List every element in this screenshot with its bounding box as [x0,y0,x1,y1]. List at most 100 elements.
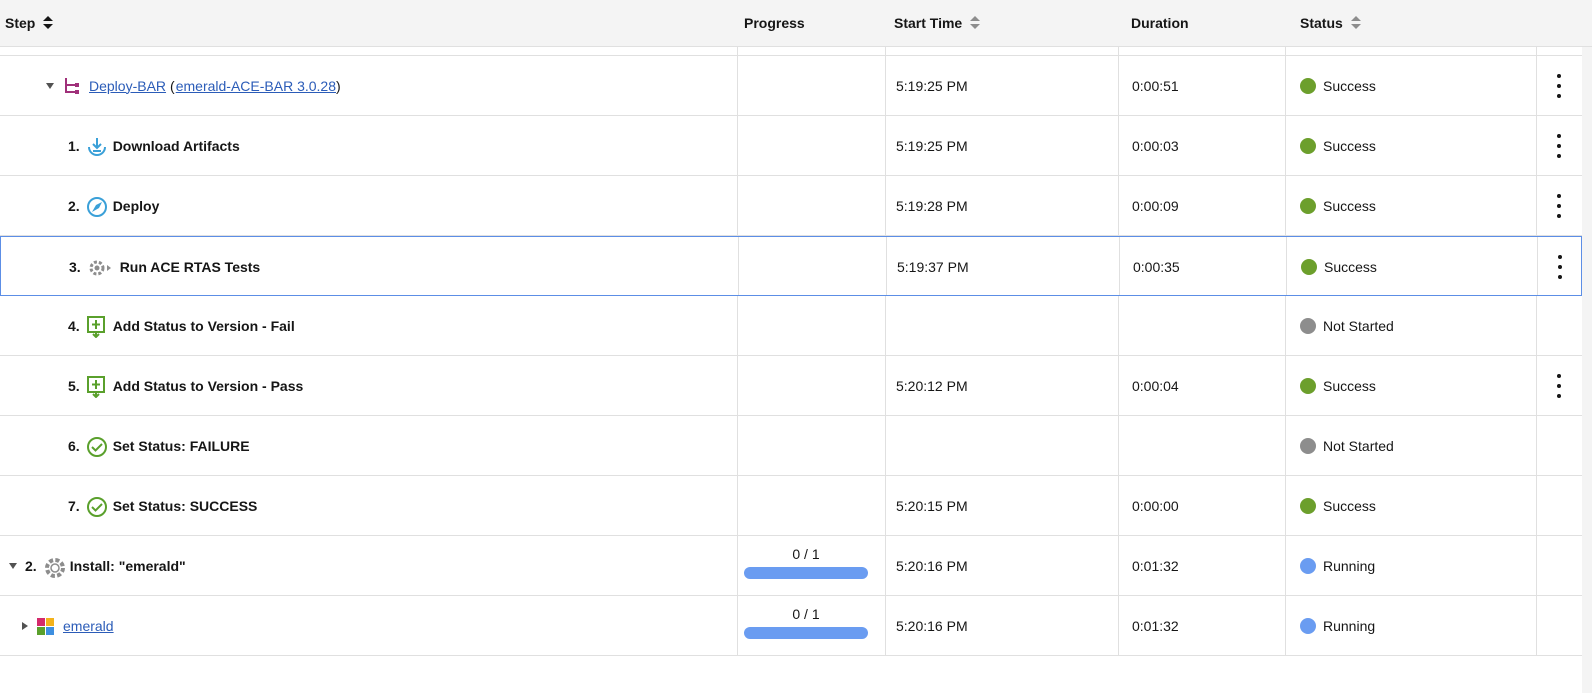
column-divider [885,596,886,655]
process-link[interactable]: Deploy-BAR [89,78,166,94]
column-divider [1118,56,1119,115]
overflow-menu-icon[interactable] [1556,194,1562,218]
column-divider [1285,596,1286,655]
step-number: 2. [68,197,80,214]
column-divider [1536,116,1537,175]
status-badge: Success [1323,497,1376,514]
start-time: 5:19:25 PM [896,137,968,154]
duration: 0:01:32 [1132,617,1179,634]
caret-right-icon[interactable] [22,621,28,630]
status-badge: Success [1323,197,1376,214]
column-header-start-time-label: Start Time [894,15,963,31]
step-number: 3. [69,258,81,275]
sort-icon[interactable] [970,16,981,30]
status-cell: Not Started [1300,416,1394,475]
column-divider [1285,116,1286,175]
column-header-duration: Duration [1131,0,1189,46]
column-divider [1536,476,1537,535]
column-divider [885,296,886,355]
status-badge: Success [1323,77,1376,94]
scrollbar[interactable] [1582,0,1592,693]
step-name: Install: "emerald" [69,557,186,574]
overflow-menu-icon[interactable] [1556,374,1562,398]
column-divider [1118,296,1119,355]
table-row[interactable]: 2. Deploy 5:19:28 PM 0:00:09 Success [0,176,1582,236]
step-cell: 4. Add Status to Version - Fail [0,296,295,355]
step-cell: 7. Set Status: SUCCESS [0,476,257,535]
start-time: 5:20:16 PM [896,557,968,574]
column-divider [1536,356,1537,415]
step-cell: Deploy-BAR(emerald-ACE-BAR 3.0.28) [0,56,341,115]
column-divider [1285,176,1286,235]
column-divider [1118,176,1119,235]
column-divider [1119,237,1120,295]
overflow-menu-icon[interactable] [1556,74,1562,98]
column-header-status[interactable]: Status [1300,0,1361,46]
caret-down-icon[interactable] [9,562,17,569]
table-row[interactable]: 3. Run ACE RTAS Tests 5:19:37 PM 0:00:35 Suc… [0,236,1582,296]
component-link[interactable]: emerald [63,618,114,634]
sort-icon[interactable] [43,16,54,30]
progress-bar [744,567,868,579]
column-divider [1285,296,1286,355]
table-row[interactable]: emerald 0 / 1 5:20:16 PM 0:01:32 Running [0,596,1582,656]
column-divider [1118,476,1119,535]
step-name: Add Status to Version - Pass [112,377,304,394]
table-row[interactable]: 6. Set Status: FAILURE Not Started [0,416,1582,476]
column-header-progress: Progress [744,0,805,46]
column-divider [737,356,738,415]
column-divider [737,176,738,235]
column-header-status-label: Status [1300,15,1343,31]
step-name: Download Artifacts [112,137,240,154]
column-divider [1118,416,1119,475]
table-row[interactable]: 5. Add Status to Version - Pass 5:20:12 PM… [0,356,1582,416]
column-divider [1536,176,1537,235]
status-cell: Success [1300,476,1376,535]
add-status-icon [86,315,106,338]
table-body: emerald-ACE-BAR1 / 15:19:25 PM0:00:51Suc… [0,0,1592,656]
caret-down-icon[interactable] [46,82,54,89]
column-divider [1118,596,1119,655]
paren-close: ) [336,77,341,94]
status-badge: Running [1323,617,1376,634]
sort-icon[interactable] [1350,16,1361,30]
status-badge: Not Started [1323,317,1394,334]
column-header-step[interactable]: Step [5,0,54,46]
table-row[interactable]: 1. Download Artifacts 5:19:25 PM 0:00:03 Suc… [0,116,1582,176]
status-dot-icon [1300,197,1316,214]
column-divider [1118,536,1119,595]
start-time: 5:19:37 PM [897,258,969,275]
step-cell: 1. Download Artifacts [0,116,240,175]
table-row[interactable]: 7. Set Status: SUCCESS 5:20:15 PM 0:00:00 Su… [0,476,1582,536]
step-cell: 2. Install: "emerald" [0,536,186,595]
step-cell: 3. Run ACE RTAS Tests [1,237,260,296]
progress-text: 0 / 1 [792,546,820,562]
column-divider [885,116,886,175]
column-header-step-label: Step [5,15,36,31]
table-row[interactable]: Deploy-BAR(emerald-ACE-BAR 3.0.28) 5:19:2… [0,56,1582,116]
column-divider [737,476,738,535]
column-divider [1118,116,1119,175]
version-link[interactable]: emerald-ACE-BAR 3.0.28 [176,78,336,94]
column-divider [1285,536,1286,595]
step-cell: emerald [0,596,114,655]
column-header-start-time[interactable]: Start Time [894,0,981,46]
start-time: 5:19:25 PM [896,77,968,94]
column-divider [885,176,886,235]
status-dot-icon [1301,258,1317,275]
overflow-menu-icon[interactable] [1557,255,1563,279]
duration: 0:01:32 [1132,557,1179,574]
column-divider [885,356,886,415]
table-row[interactable]: 4. Add Status to Version - Fail Not Starte… [0,296,1582,356]
status-cell: Not Started [1300,296,1394,355]
table-row[interactable]: 2. Install: "emerald" 0 / 1 5:20:16 PM 0:01:… [0,536,1582,596]
status-badge: Not Started [1323,437,1394,454]
column-divider [885,56,886,115]
status-dot-icon [1300,617,1316,634]
progress-bar [744,627,868,639]
overflow-menu-icon[interactable] [1556,134,1562,158]
status-dot-icon [1300,437,1316,454]
status-dot-icon [1300,77,1316,94]
column-divider [1286,237,1287,295]
column-divider [1285,56,1286,115]
